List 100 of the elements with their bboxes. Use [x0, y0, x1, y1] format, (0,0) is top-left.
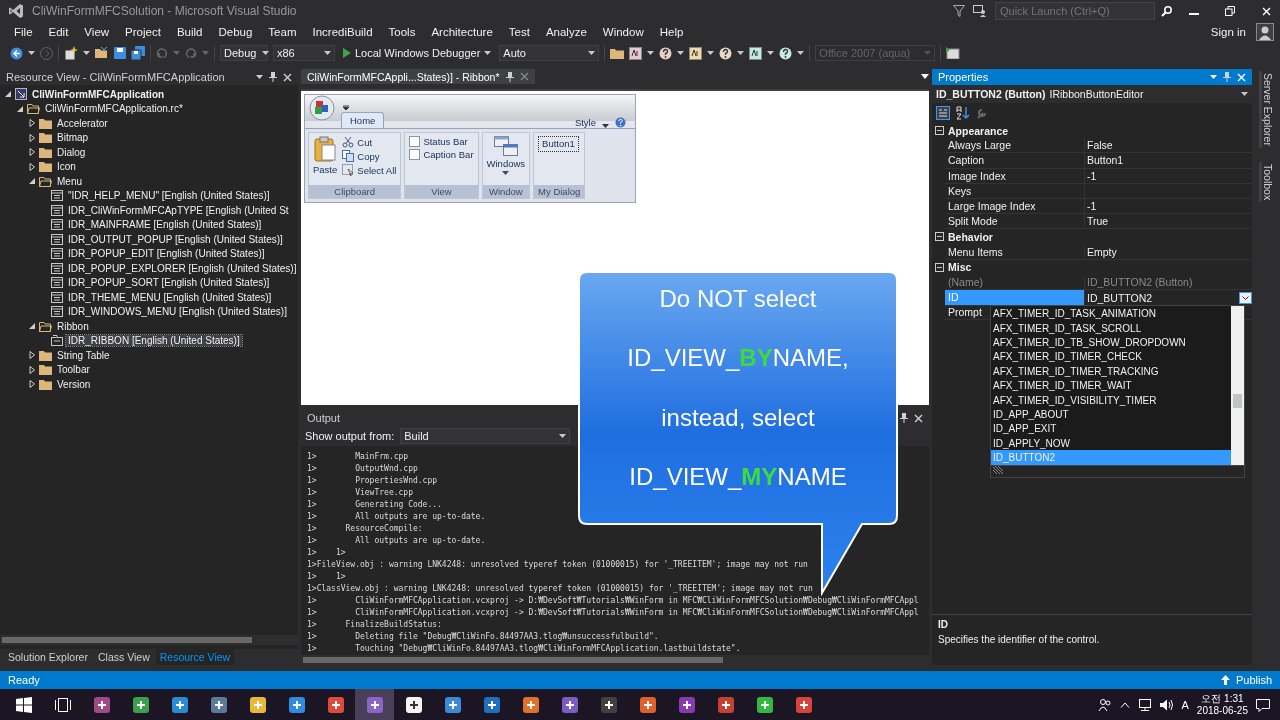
property-value[interactable]: True — [1087, 215, 1109, 228]
tree-item[interactable]: IDR_WINDOWS_MENU [English (United States)] — [66, 306, 289, 318]
menubar-command[interactable]: Edit — [40, 26, 77, 38]
expand-arrow-icon[interactable] — [28, 162, 36, 171]
property-value[interactable]: ID_BUTTON2 (Button) — [1087, 275, 1193, 288]
property-value[interactable]: Empty — [1087, 245, 1117, 258]
close-icon[interactable] — [283, 72, 292, 82]
panel-tab[interactable]: Class View — [93, 649, 154, 665]
property-name[interactable]: Image Index — [945, 169, 1006, 182]
tab-list-icon[interactable] — [921, 74, 929, 79]
ribbon-button[interactable]: Paste — [313, 164, 338, 175]
list-option[interactable]: ID_APP_ABOUT — [991, 407, 1231, 422]
property-value[interactable]: False — [1087, 139, 1113, 152]
menubar-command[interactable]: Test — [500, 26, 538, 38]
pin-icon[interactable] — [900, 413, 908, 423]
property-name[interactable]: Keys — [945, 184, 972, 197]
property-name[interactable]: Menu Items — [945, 245, 1003, 258]
tree-item[interactable]: Accelerator — [55, 117, 110, 129]
tray-expand-icon[interactable] — [1119, 702, 1130, 708]
list-option[interactable]: AFX_TIMER_ID_TASK_SCROLL — [991, 320, 1231, 336]
property-value[interactable]: ID_BUTTON2 — [1087, 291, 1153, 304]
property-value[interactable]: -1 — [1087, 169, 1097, 182]
tree-item[interactable]: CliWinFormMFCApplication — [30, 88, 167, 100]
network-icon[interactable] — [1137, 699, 1152, 711]
list-option[interactable]: AFX_TIMER_ID_TASK_ANIMATION — [991, 306, 1231, 321]
property-name[interactable]: Always Large — [945, 139, 1012, 152]
ribbon-button[interactable]: Select All — [357, 164, 397, 176]
filter-icon[interactable] — [953, 5, 965, 17]
tree-item[interactable]: "IDR_HELP_MENU" [English (United States)] — [66, 190, 272, 202]
expand-arrow-icon[interactable] — [28, 351, 36, 360]
style-menu[interactable]: Style — [574, 117, 596, 128]
tree-item[interactable]: IDR_POPUP_SORT [English (United States)] — [66, 277, 272, 289]
redo-icon[interactable] — [185, 47, 197, 59]
collapse-arrow-icon[interactable] — [28, 322, 36, 331]
tree-item[interactable]: Dialog — [55, 146, 88, 158]
search-icon[interactable] — [1161, 5, 1172, 17]
volume-icon[interactable] — [1159, 699, 1174, 711]
tree-item[interactable]: Menu — [55, 175, 84, 187]
tree-item[interactable]: CliWinFormMFCApplication.rc* — [43, 103, 185, 115]
menubar-command[interactable]: Build — [168, 26, 211, 38]
tree-item[interactable]: IDR_MAINFRAME [English (United States)] — [66, 219, 264, 231]
object-selector[interactable]: ID_BUTTON2 (Button) IRibbonButtonEditor — [932, 85, 1252, 103]
pin-icon[interactable] — [269, 72, 277, 82]
property-value[interactable]: -1 — [1087, 200, 1097, 213]
feedback-icon[interactable] — [973, 5, 987, 17]
clock-time[interactable]: 오전 1:31 — [1201, 693, 1244, 705]
tree-item[interactable]: IDR_POPUP_EDIT [English (United States)] — [66, 248, 267, 260]
collapse-arrow-icon[interactable] — [4, 90, 12, 99]
people-icon[interactable] — [1097, 698, 1112, 712]
tool-icon[interactable] — [629, 46, 643, 60]
folder-icon[interactable] — [610, 47, 625, 59]
help-icon[interactable] — [779, 46, 793, 60]
scrollbar[interactable] — [301, 655, 929, 665]
tool-icon[interactable] — [749, 46, 763, 60]
ribbon-tab[interactable]: Home — [341, 112, 385, 128]
tree-item[interactable]: IDR_POPUP_EXPLORER [English (United States)] — [66, 262, 298, 274]
property-name[interactable]: Prompt — [945, 306, 982, 319]
menubar-command[interactable]: Team — [260, 26, 305, 38]
help-icon[interactable] — [659, 46, 673, 60]
pin-icon[interactable] — [505, 71, 514, 82]
application-button-icon[interactable] — [309, 95, 335, 121]
list-option[interactable]: AFX_TIMER_ID_TIMER_TRACKING — [991, 363, 1231, 379]
property-name[interactable]: Split Mode — [945, 215, 998, 228]
close-icon[interactable] — [914, 413, 923, 423]
side-tab[interactable]: Server Explorer — [1258, 71, 1274, 148]
document-tab[interactable]: CliWinFormMFCAppli...States)] - Ribbon* — [301, 69, 535, 84]
tree-item[interactable]: Bitmap — [55, 132, 91, 144]
ribbon-button[interactable]: Copy — [357, 150, 380, 162]
start-icon[interactable] — [15, 697, 32, 713]
task-view-icon[interactable] — [54, 698, 71, 712]
list-option[interactable]: ID_APP_EXIT — [991, 421, 1231, 436]
property-name[interactable]: Caption — [945, 154, 985, 167]
list-option[interactable]: AFX_TIMER_ID_TIMER_WAIT — [991, 378, 1231, 393]
tree-item[interactable]: IDR_THEME_MENU [English (United States)] — [66, 291, 274, 303]
quick-access-menu-icon[interactable] — [343, 105, 349, 111]
property-name[interactable]: Large Image Index — [945, 200, 1036, 213]
output-source-dropdown[interactable]: Build — [400, 428, 571, 444]
collapse-icon[interactable] — [935, 262, 944, 272]
tree-item[interactable]: IDR_CliWinFormMFCApTYPE [English (United St — [66, 204, 291, 216]
expand-arrow-icon[interactable] — [28, 380, 36, 389]
menubar-command[interactable]: Debug — [210, 26, 261, 38]
tree-item[interactable]: IDR_OUTPUT_POPUP [English (United States)] — [66, 233, 285, 245]
menubar-command[interactable]: Window — [594, 26, 652, 38]
menubar-command[interactable]: Project — [117, 26, 169, 38]
tree-item[interactable]: Ribbon — [55, 320, 91, 332]
tree-item[interactable]: Toolbar — [55, 364, 92, 376]
start-debugger-button[interactable]: Local Windows Debugger — [340, 47, 495, 59]
scrollbar[interactable] — [1231, 306, 1244, 465]
input-method-indicator[interactable]: A — [1181, 699, 1189, 711]
toolbox-icon[interactable] — [946, 47, 961, 59]
list-option[interactable]: AFX_TIMER_ID_VISIBILITY_TIMER — [991, 392, 1231, 407]
panel-tab[interactable]: Solution Explorer — [4, 649, 92, 665]
undo-icon[interactable] — [156, 47, 168, 59]
alphabetical-icon[interactable] — [956, 106, 970, 120]
property-name[interactable]: (Name) — [945, 275, 983, 288]
scrollbar[interactable] — [0, 635, 298, 645]
collapse-icon[interactable] — [935, 126, 944, 136]
tree-item[interactable]: String Table — [55, 349, 112, 361]
resize-grip-icon[interactable] — [993, 465, 1003, 476]
configuration-dropdown[interactable]: Debug — [220, 45, 268, 61]
